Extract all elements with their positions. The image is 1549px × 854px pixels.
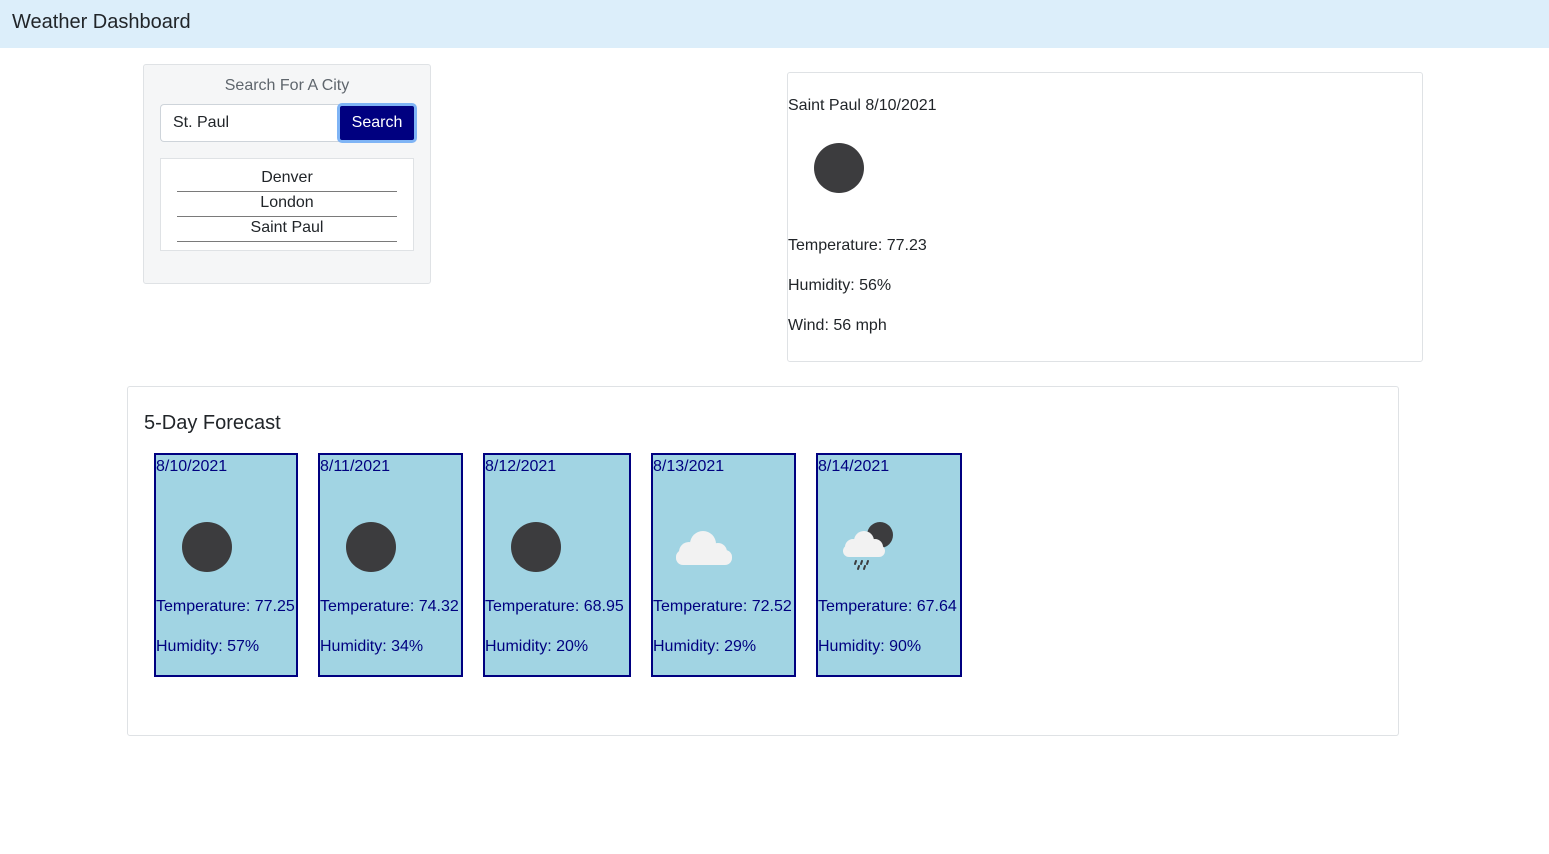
forecast-card: 8/11/2021 Temperature: 74.32 Humidity: 3…	[318, 453, 463, 677]
full-moon-icon	[511, 522, 561, 572]
forecast-card: 8/10/2021 Temperature: 77.25 Humidity: 5…	[154, 453, 298, 677]
forecast-title: 5-Day Forecast	[144, 412, 281, 434]
current-temperature: Temperature: 77.23	[788, 237, 927, 254]
forecast-humidity: Humidity: 57%	[156, 638, 260, 655]
rain-night-icon	[843, 522, 893, 570]
forecast-panel: 5-Day Forecast 8/10/2021 Temperature: 77…	[127, 386, 1399, 736]
forecast-humidity: Humidity: 20%	[485, 638, 589, 655]
current-humidity: Humidity: 56%	[788, 277, 892, 294]
forecast-temperature: Temperature: 72.52	[653, 598, 792, 615]
forecast-date: 8/14/2021	[818, 458, 890, 475]
forecast-humidity: Humidity: 34%	[320, 638, 424, 655]
forecast-date: 8/13/2021	[653, 458, 725, 475]
forecast-temperature: Temperature: 68.95	[485, 598, 624, 615]
full-moon-icon	[814, 143, 864, 193]
forecast-humidity: Humidity: 29%	[653, 638, 757, 655]
forecast-card: 8/13/2021 Temperature: 72.52 Humidity: 2…	[651, 453, 796, 677]
app-title: Weather Dashboard	[12, 11, 191, 33]
city-search-input[interactable]	[160, 104, 340, 142]
full-moon-icon	[182, 522, 232, 572]
current-weather-panel: Saint Paul 8/10/2021 Temperature: 77.23 …	[787, 72, 1423, 362]
forecast-temperature: Temperature: 77.25	[156, 598, 295, 615]
cloud-icon	[676, 531, 732, 565]
search-heading: Search For A City	[224, 77, 350, 94]
forecast-temperature: Temperature: 74.32	[320, 598, 459, 615]
forecast-temperature: Temperature: 67.64	[818, 598, 957, 615]
history-item-london[interactable]: London	[177, 192, 397, 217]
forecast-date: 8/12/2021	[485, 458, 557, 475]
history-item-saint-paul[interactable]: Saint Paul	[177, 217, 397, 242]
history-item-denver[interactable]: Denver	[177, 167, 397, 192]
forecast-card: 8/14/2021 Temperature: 67.64 Humidity: 9…	[816, 453, 962, 677]
current-city-date: Saint Paul 8/10/2021	[788, 97, 937, 114]
forecast-card: 8/12/2021 Temperature: 68.95 Humidity: 2…	[483, 453, 631, 677]
full-moon-icon	[346, 522, 396, 572]
forecast-date: 8/11/2021	[320, 458, 390, 475]
search-button[interactable]: Search	[337, 103, 417, 143]
current-wind: Wind: 56 mph	[788, 317, 887, 334]
forecast-date: 8/10/2021	[156, 458, 228, 475]
search-history-list: Denver London Saint Paul	[160, 158, 414, 251]
forecast-humidity: Humidity: 90%	[818, 638, 922, 655]
search-panel: Search For A City Search Denver London S…	[143, 64, 431, 284]
top-navbar: Weather Dashboard	[0, 0, 1549, 48]
